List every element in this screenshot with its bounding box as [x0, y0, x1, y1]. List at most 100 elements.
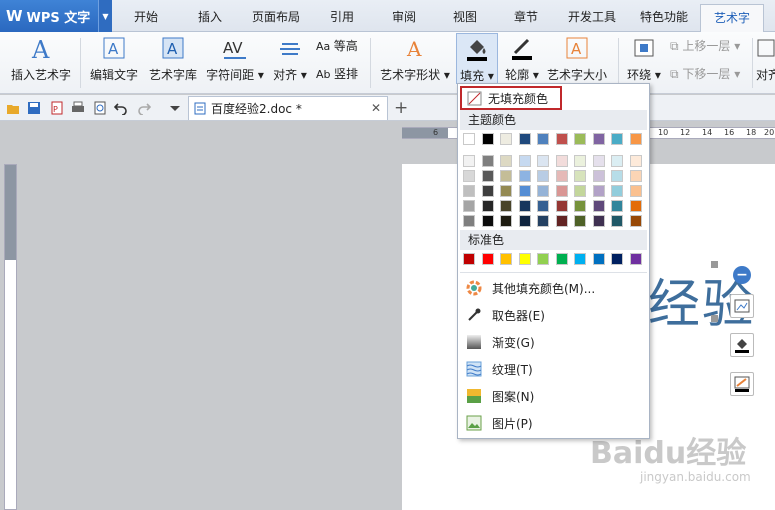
theme-shade-swatch[interactable]: [481, 215, 494, 227]
move-up-button[interactable]: ⧉ 上移一层 ▾: [670, 37, 740, 54]
resize-handle[interactable]: [711, 261, 718, 268]
theme-shade-swatch[interactable]: [574, 185, 586, 197]
print-preview-icon[interactable]: [93, 101, 107, 115]
theme-shade-swatch[interactable]: [500, 185, 512, 197]
wrap-button[interactable]: 环绕 ▾: [624, 36, 664, 83]
tab-review[interactable]: 审阅: [392, 8, 416, 25]
quick-fill-button[interactable]: [730, 333, 754, 357]
theme-shade-swatch[interactable]: [629, 185, 642, 197]
theme-shade-swatch[interactable]: [463, 200, 475, 212]
theme-shade-swatch[interactable]: [611, 170, 623, 182]
standard-color-swatch[interactable]: [481, 253, 494, 265]
new-tab-button[interactable]: +: [394, 98, 408, 118]
export-pdf-icon[interactable]: P: [50, 101, 64, 115]
redo-icon[interactable]: [137, 101, 151, 115]
theme-shade-swatch[interactable]: [518, 155, 531, 167]
theme-shade-swatch[interactable]: [592, 170, 605, 182]
standard-color-swatch[interactable]: [611, 253, 623, 265]
theme-shade-swatch[interactable]: [537, 155, 549, 167]
resize-handle[interactable]: [711, 315, 718, 322]
art-size-button[interactable]: A 艺术字大小: [546, 36, 608, 83]
theme-shade-swatch[interactable]: [574, 215, 586, 227]
fill-button[interactable]: 填充 ▾: [456, 33, 498, 84]
theme-shade-swatch[interactable]: [555, 215, 568, 227]
print-icon[interactable]: [71, 101, 85, 115]
theme-shade-swatch[interactable]: [537, 170, 549, 182]
eyedropper-item[interactable]: 取色器(E): [466, 303, 644, 327]
theme-shade-swatch[interactable]: [629, 200, 642, 212]
open-folder-icon[interactable]: [6, 101, 20, 115]
theme-shade-swatch[interactable]: [500, 200, 512, 212]
theme-shade-swatch[interactable]: [629, 155, 642, 167]
theme-shade-swatch[interactable]: [518, 170, 531, 182]
theme-shade-swatch[interactable]: [592, 200, 605, 212]
theme-shade-swatch[interactable]: [555, 170, 568, 182]
char-spacing-button[interactable]: AV 字符间距 ▾: [206, 36, 264, 83]
save-icon[interactable]: [27, 101, 41, 115]
move-down-button[interactable]: ⧉ 下移一层 ▾: [670, 65, 740, 82]
theme-shade-swatch[interactable]: [611, 155, 623, 167]
theme-color-swatch[interactable]: [555, 133, 568, 145]
customize-toolbar-icon[interactable]: [168, 101, 182, 115]
theme-shade-swatch[interactable]: [592, 185, 605, 197]
tab-developer[interactable]: 开发工具: [568, 8, 616, 25]
theme-color-swatch[interactable]: [500, 133, 512, 145]
theme-shade-swatch[interactable]: [537, 215, 549, 227]
theme-shade-swatch[interactable]: [537, 185, 549, 197]
theme-shade-swatch[interactable]: [611, 185, 623, 197]
picture-item[interactable]: 图片(P): [466, 411, 644, 435]
more-fill-colors-item[interactable]: 其他填充颜色(M)...: [466, 276, 644, 300]
close-tab-icon[interactable]: ✕: [371, 101, 381, 115]
theme-shade-swatch[interactable]: [629, 170, 642, 182]
theme-shade-swatch[interactable]: [481, 155, 494, 167]
theme-shade-swatch[interactable]: [463, 155, 475, 167]
theme-shade-swatch[interactable]: [500, 170, 512, 182]
theme-shade-swatch[interactable]: [611, 200, 623, 212]
theme-color-swatch[interactable]: [629, 133, 642, 145]
tab-start[interactable]: 开始: [134, 8, 158, 25]
theme-shade-swatch[interactable]: [518, 215, 531, 227]
standard-color-swatch[interactable]: [629, 253, 642, 265]
wps-menu-button[interactable]: W WPS 文字 ▼: [0, 0, 112, 32]
align-button[interactable]: 对齐 ▾: [272, 36, 308, 83]
undo-icon[interactable]: [114, 101, 128, 115]
theme-shade-swatch[interactable]: [518, 185, 531, 197]
theme-shade-swatch[interactable]: [611, 215, 623, 227]
collapse-icon[interactable]: −: [733, 266, 751, 284]
chevron-down-icon[interactable]: ▼: [98, 0, 112, 32]
theme-shade-swatch[interactable]: [555, 155, 568, 167]
theme-color-swatch[interactable]: [481, 133, 494, 145]
standard-color-swatch[interactable]: [518, 253, 531, 265]
theme-shade-swatch[interactable]: [629, 215, 642, 227]
theme-shade-swatch[interactable]: [481, 200, 494, 212]
layout-options-button[interactable]: [730, 294, 754, 318]
theme-shade-swatch[interactable]: [500, 215, 512, 227]
theme-shade-swatch[interactable]: [574, 200, 586, 212]
insert-art-text-button[interactable]: A 插入艺术字: [8, 36, 74, 83]
theme-shade-swatch[interactable]: [555, 185, 568, 197]
theme-color-swatch[interactable]: [574, 133, 586, 145]
vertical-text-button[interactable]: Ab 竖排: [316, 65, 358, 82]
theme-shade-swatch[interactable]: [574, 170, 586, 182]
art-shape-button[interactable]: A 艺术字形状 ▾: [378, 36, 452, 83]
standard-color-swatch[interactable]: [463, 253, 475, 265]
theme-shade-swatch[interactable]: [592, 215, 605, 227]
gradient-item[interactable]: 渐变(G): [466, 330, 644, 354]
theme-color-swatch[interactable]: [537, 133, 549, 145]
theme-shade-swatch[interactable]: [518, 200, 531, 212]
equal-height-button[interactable]: Aa 等高: [316, 37, 358, 54]
no-fill-item[interactable]: 无填充颜色: [460, 86, 562, 110]
standard-color-swatch[interactable]: [592, 253, 605, 265]
tab-special[interactable]: 特色功能: [640, 8, 688, 25]
standard-color-swatch[interactable]: [555, 253, 568, 265]
theme-color-swatch[interactable]: [592, 133, 605, 145]
texture-item[interactable]: 纹理(T): [466, 357, 644, 381]
theme-shade-swatch[interactable]: [537, 200, 549, 212]
tab-insert[interactable]: 插入: [198, 8, 222, 25]
tab-art-text[interactable]: 艺术字: [700, 4, 764, 33]
align-right-button[interactable]: 对齐: [756, 36, 775, 83]
theme-shade-swatch[interactable]: [500, 155, 512, 167]
theme-shade-swatch[interactable]: [481, 185, 494, 197]
quick-outline-button[interactable]: [730, 372, 754, 396]
tab-references[interactable]: 引用: [330, 8, 354, 25]
